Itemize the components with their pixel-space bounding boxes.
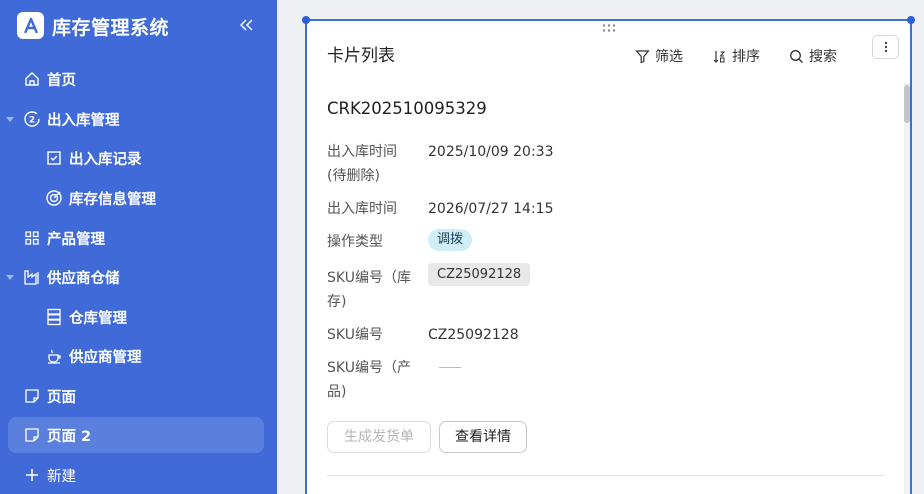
sidebar-item-new[interactable]: 新建 <box>0 457 277 493</box>
sku-inventory-tag: CZ25092128 <box>428 263 531 286</box>
filter-button[interactable]: 筛选 <box>635 46 683 66</box>
search-button[interactable]: 搜索 <box>789 46 837 66</box>
field-label-inout-time: 出入库时间 <box>327 201 397 217</box>
sidebar-item-label: 仓库管理 <box>69 310 127 327</box>
page-icon <box>23 387 41 405</box>
numbered-circle-icon: 2 <box>23 110 41 128</box>
database-icon <box>45 308 63 326</box>
card-divider <box>327 475 885 476</box>
field-value-sku: CZ25092128 <box>428 327 519 343</box>
factory-icon <box>23 268 41 286</box>
page-icon <box>23 426 41 444</box>
sidebar-item-supplier[interactable]: 供应商管理 <box>0 338 277 374</box>
sort-label: 排序 <box>732 49 760 65</box>
sidebar-item-supplier-warehousing[interactable]: 供应商仓储 <box>0 259 277 295</box>
sidebar-item-home[interactable]: 首页 <box>0 61 277 97</box>
sidebar-item-page-2[interactable]: 页面 2 <box>8 417 264 453</box>
sidebar-item-label: 供应商管理 <box>69 349 142 366</box>
sidebar-item-label: 产品管理 <box>47 231 105 248</box>
field-label-sku-inventory: SKU编号（库存) <box>327 270 411 310</box>
scrollbar-thumb[interactable] <box>904 85 910 123</box>
card-title: 卡片列表 <box>327 46 395 66</box>
sidebar-item-inventory-info[interactable]: 库存信息管理 <box>0 180 277 216</box>
empty-value-dash <box>439 367 461 368</box>
checkbox-icon <box>45 149 63 167</box>
field-value-inout-time: 2026/07/27 14:15 <box>428 201 554 217</box>
plus-icon <box>23 466 41 484</box>
sidebar-header: 库存管理系统 <box>0 0 277 54</box>
app-title: 库存管理系统 <box>52 17 170 39</box>
resize-handle-top-left[interactable] <box>302 16 310 24</box>
sidebar-item-page[interactable]: 页面 <box>0 378 277 414</box>
sidebar-item-label: 供应商仓储 <box>47 270 120 287</box>
drag-grip-icon[interactable] <box>601 23 617 33</box>
operation-type-tag: 调拨 <box>428 229 473 251</box>
grid-icon <box>23 229 41 247</box>
sort-icon <box>713 50 726 63</box>
field-label-sku: SKU编号 <box>327 327 383 343</box>
field-label-inout-time-pending: 出入库时间 (待删除) <box>327 144 397 184</box>
more-options-button[interactable] <box>872 35 899 59</box>
record-id: CRK202510095329 <box>327 99 487 118</box>
field-value-inout-time-pending: 2025/10/09 20:33 <box>428 144 554 160</box>
sidebar-item-label: 页面 <box>47 389 76 406</box>
app-logo-icon <box>17 12 44 39</box>
generate-shipping-order-button[interactable]: 生成发货单 <box>327 421 431 453</box>
scrollbar[interactable] <box>904 83 910 494</box>
sidebar-item-inout-records[interactable]: 出入库记录 <box>0 140 277 176</box>
sidebar-item-label: 出入库记录 <box>69 151 142 168</box>
sidebar-item-label: 新建 <box>47 468 76 485</box>
cup-icon <box>45 347 63 365</box>
sidebar: 库存管理系统 首页 2 出入库管理 出入库记录 库存信息管理 产品管理 供应商仓… <box>0 0 277 494</box>
sidebar-item-label: 页面 2 <box>47 428 92 445</box>
filter-label: 筛选 <box>655 49 683 65</box>
filter-icon <box>635 49 650 63</box>
sidebar-item-inout-management[interactable]: 2 出入库管理 <box>0 101 277 137</box>
sidebar-item-label: 首页 <box>47 72 76 89</box>
sidebar-item-label: 库存信息管理 <box>69 191 156 208</box>
resize-handle-top-right[interactable] <box>907 16 915 24</box>
sidebar-item-label: 出入库管理 <box>47 112 120 129</box>
sidebar-item-warehouse[interactable]: 仓库管理 <box>0 299 277 335</box>
caret-down-icon <box>6 275 14 280</box>
field-label-operation-type: 操作类型 <box>327 234 383 250</box>
target-icon <box>45 189 63 207</box>
more-vertical-icon <box>884 41 887 53</box>
field-label-sku-product: SKU编号（产品) <box>327 360 411 400</box>
sort-button[interactable]: 排序 <box>712 46 760 66</box>
search-label: 搜索 <box>809 49 837 65</box>
view-details-button[interactable]: 查看详情 <box>439 421 527 453</box>
caret-down-icon <box>6 117 14 122</box>
collapse-sidebar-icon[interactable] <box>237 15 257 35</box>
card-list-panel[interactable]: 卡片列表 筛选 排序 搜索 CRK202510095329 出入库时间 (待删除… <box>302 16 915 494</box>
home-icon <box>23 70 41 88</box>
sidebar-item-products[interactable]: 产品管理 <box>0 220 277 256</box>
search-icon <box>790 49 803 63</box>
svg-text:2: 2 <box>29 116 35 126</box>
